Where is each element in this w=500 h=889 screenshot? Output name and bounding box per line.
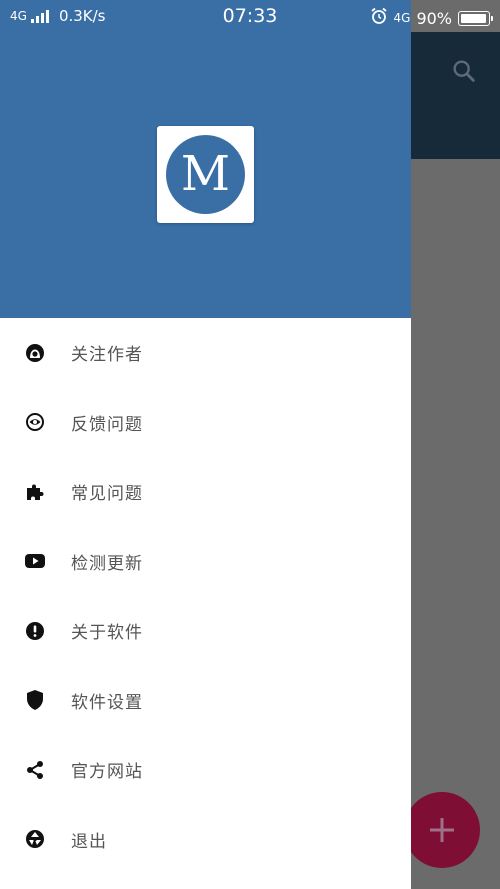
menu-item-website[interactable]: 官方网站 — [0, 735, 411, 805]
menu-item-label: 软件设置 — [71, 692, 143, 713]
drawer-menu: 关注作者 反馈问题 常见问题 检测更新 关于软件 软件设置 官方网站 退出 — [0, 318, 411, 874]
drawer-header: M — [0, 0, 411, 318]
feedback-eye-icon — [24, 411, 46, 433]
exclamation-circle-icon — [24, 620, 46, 642]
alarm-icon — [370, 7, 388, 29]
add-fab-button[interactable] — [404, 792, 480, 868]
battery-percent: 90% — [416, 8, 452, 28]
app-logo: M — [157, 126, 254, 223]
puzzle-icon — [24, 481, 46, 503]
logo-letter: M — [166, 135, 245, 214]
menu-item-feedback[interactable]: 反馈问题 — [0, 388, 411, 458]
plus-icon — [430, 818, 454, 842]
menu-item-label: 常见问题 — [71, 484, 143, 505]
menu-item-label: 检测更新 — [71, 553, 143, 574]
menu-item-label: 关于软件 — [71, 623, 143, 644]
menu-item-label: 反馈问题 — [71, 414, 143, 435]
menu-item-about[interactable]: 关于软件 — [0, 596, 411, 666]
shield-icon — [24, 689, 46, 711]
menu-item-exit[interactable]: 退出 — [0, 805, 411, 875]
menu-item-settings[interactable]: 软件设置 — [0, 666, 411, 736]
navigation-drawer: M 关注作者 反馈问题 常见问题 检测更新 关于软件 软件设置 官方网站 退出 — [0, 0, 411, 889]
menu-item-label: 官方网站 — [71, 762, 143, 783]
search-icon[interactable] — [450, 57, 478, 85]
menu-item-faq[interactable]: 常见问题 — [0, 457, 411, 527]
github-icon — [24, 342, 46, 364]
aperture-icon — [24, 828, 46, 850]
network-type-right: 4G — [393, 11, 411, 25]
menu-item-follow-author[interactable]: 关注作者 — [0, 318, 411, 388]
status-bar: 4G 0.3K/s 07:33 4G 90% — [0, 0, 500, 32]
menu-item-label: 退出 — [71, 831, 107, 852]
menu-item-check-update[interactable]: 检测更新 — [0, 527, 411, 597]
youtube-play-icon — [24, 550, 46, 572]
battery-icon — [458, 10, 493, 26]
menu-item-label: 关注作者 — [71, 345, 143, 366]
share-icon — [24, 759, 46, 781]
